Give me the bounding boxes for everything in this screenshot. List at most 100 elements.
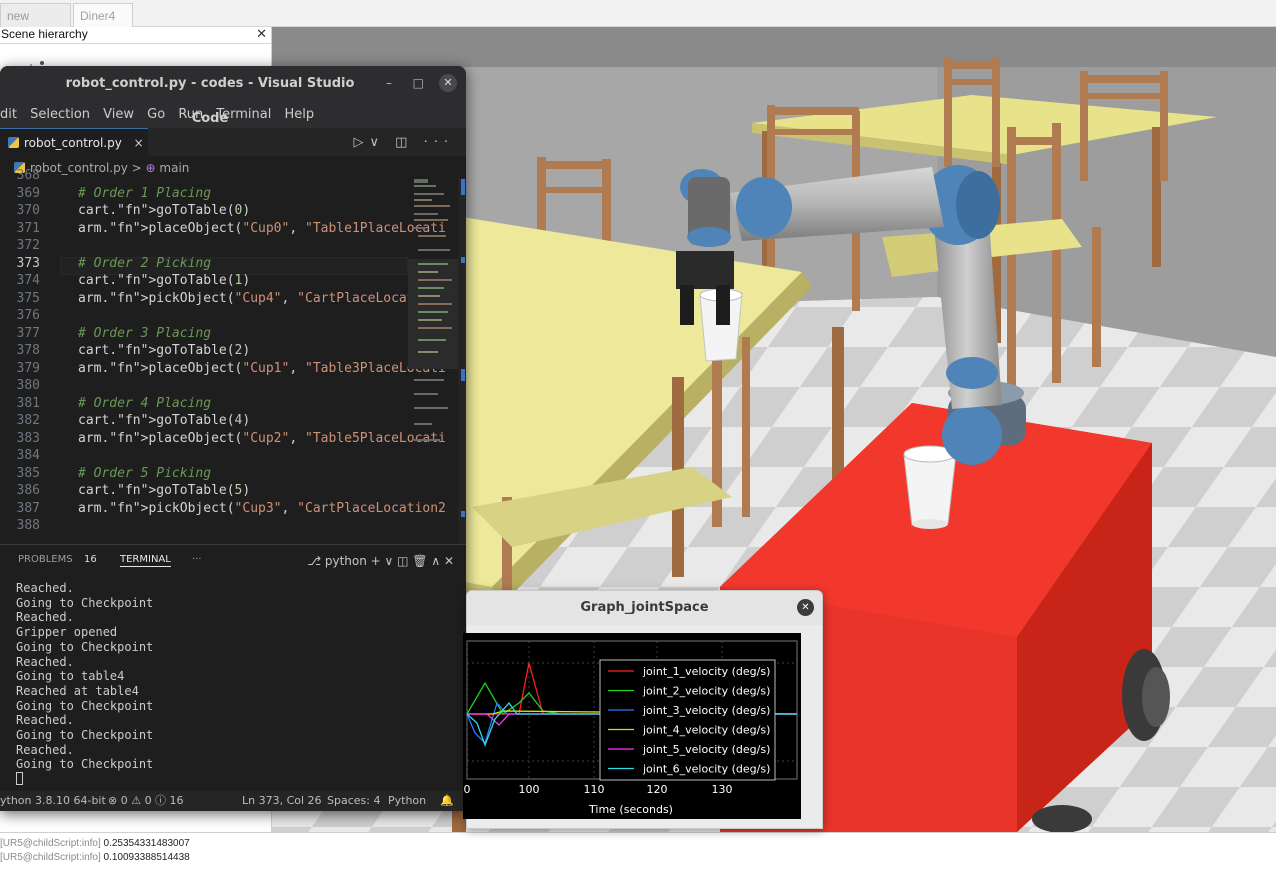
console-value: 0.10093388514438 xyxy=(103,852,190,863)
terminal-line: Reached. xyxy=(16,742,74,757)
bell-icon[interactable]: 🔔 xyxy=(440,791,454,811)
x-tick-label: 110 xyxy=(584,783,605,796)
problems-count-badge: 16 xyxy=(84,554,97,565)
close-button[interactable]: ✕ xyxy=(439,74,457,92)
code-line: cart."fn">goToTable(5) xyxy=(78,483,251,498)
tab-new-scene[interactable]: new scene xyxy=(0,3,71,37)
legend-label: joint_3_velocity (deg/s) xyxy=(642,704,770,717)
status-spaces[interactable]: Spaces: 4 xyxy=(327,791,380,811)
tab-label: robot_control.py xyxy=(24,136,122,150)
scene-tab-bar: new scene Diner4 xyxy=(0,0,1276,37)
console-output: [UR5@childScript:info] 0.25354331483007 … xyxy=(0,832,1276,873)
code-line: arm."fn">placeObject("Cup2", "Table5Plac… xyxy=(78,430,446,446)
maximize-button[interactable]: □ xyxy=(413,75,424,91)
vscode-titlebar: robot_control.py - codes - Visual Studio… xyxy=(0,66,466,126)
legend-label: joint_5_velocity (deg/s) xyxy=(642,743,770,756)
close-icon[interactable]: ✕ xyxy=(256,26,267,42)
line-number: 384 xyxy=(16,448,40,463)
vscode-window: robot_control.py - codes - Visual Studio… xyxy=(0,66,466,811)
x-tick-label: 130 xyxy=(712,783,733,796)
terminal-output[interactable]: Reached. Going to Checkpoint Reached. Gripp… xyxy=(16,581,153,787)
terminal-shell-label[interactable]: python xyxy=(325,554,367,568)
close-button[interactable]: ✕ xyxy=(797,599,814,616)
legend-label: joint_4_velocity (deg/s) xyxy=(642,724,770,737)
breadcrumb-symbol[interactable]: main xyxy=(159,161,189,175)
line-number: 372 xyxy=(16,238,40,253)
python-file-icon xyxy=(8,137,19,148)
joint-velocity-chart[interactable]: 0 100 110 120 130 Time (seconds) joint_1_veloc… xyxy=(463,633,801,819)
console-value: 0.25354331483007 xyxy=(103,838,190,849)
code-line: arm."fn">placeObject("Cup0", "Table1Plac… xyxy=(78,220,446,236)
terminal-line: Reached. xyxy=(16,610,74,625)
terminal-line: Reached at table4 xyxy=(16,683,139,698)
console-prefix: [UR5@childScript:info] xyxy=(0,852,101,863)
status-position[interactable]: Ln 373, Col 26 xyxy=(242,791,322,811)
code-line: arm."fn">pickObject("Cup4", "CartPlaceLo… xyxy=(78,290,446,306)
editor-actions[interactable]: ▷∨ ◫ ··· xyxy=(354,128,454,157)
line-number: 375 xyxy=(16,290,40,306)
line-number: 378 xyxy=(16,343,40,358)
line-number: 387 xyxy=(16,500,40,516)
terminal-line: Gripper opened xyxy=(16,625,118,640)
status-problems[interactable]: ⊗ 0 ⚠ 0 ⓘ 16 xyxy=(108,791,184,811)
legend-label: joint_1_velocity (deg/s) xyxy=(642,665,770,678)
legend-label: joint_6_velocity (deg/s) xyxy=(642,763,770,776)
terminal-shell-icon: ⎇ xyxy=(307,554,322,568)
status-interpreter[interactable]: ython 3.8.10 64-bit xyxy=(0,791,106,811)
minimap[interactable] xyxy=(408,179,458,479)
terminal-line: Reached. xyxy=(16,581,74,595)
line-number: 385 xyxy=(16,465,40,481)
terminal-buttons[interactable]: + ∨ ◫ 🗑 ∧ ✕ xyxy=(371,554,454,568)
code-line: arm."fn">pickObject("Cup3", "CartPlaceLo… xyxy=(78,500,446,516)
terminal-line: Reached. xyxy=(16,713,74,728)
line-number: 380 xyxy=(16,378,40,393)
minimize-button[interactable]: – xyxy=(386,75,392,91)
line-number: 368 xyxy=(16,168,40,183)
x-tick-label: 120 xyxy=(647,783,668,796)
code-editor[interactable]: 368 369 # Order 1 Placing 370 cart."fn">goTo… xyxy=(0,168,466,544)
line-number: 376 xyxy=(16,308,40,323)
console-line: [UR5@childScript:info] 0.10093388514438 xyxy=(0,851,1276,865)
breadcrumb: robot_control.py > ⊕ main xyxy=(0,157,466,179)
symbol-icon: ⊕ xyxy=(145,161,156,175)
terminal-line: Going to Checkpoint xyxy=(16,698,154,713)
tab-robot-control[interactable]: robot_control.py × xyxy=(0,128,148,157)
console-line: [UR5@childScript:info] 0.25354331483007 xyxy=(0,837,1276,851)
panel-tab-bar: PROBLEMS 16 TERMINAL ··· ⎇ python + ∨ ◫ … xyxy=(0,545,466,575)
line-number: 377 xyxy=(16,325,40,341)
graph-title: Graph_jointSpace xyxy=(467,591,822,625)
line-number: 379 xyxy=(16,360,40,376)
coppeliasim-window: new scene Diner4 Scene hierarchy ✕ xyxy=(0,0,1276,873)
scene-hierarchy-label: Scene hierarchy xyxy=(1,27,88,41)
terminal-line: Reached. xyxy=(16,654,74,669)
code-line: arm."fn">placeObject("Cup1", "Table3Plac… xyxy=(78,360,446,376)
tab-problems[interactable]: PROBLEMS xyxy=(18,545,73,575)
legend-label: joint_2_velocity (deg/s) xyxy=(642,685,770,698)
more-icon[interactable]: ··· xyxy=(192,545,202,575)
code-line: cart."fn">goToTable(1) xyxy=(78,273,251,288)
tab-terminal[interactable]: TERMINAL xyxy=(120,545,171,567)
terminal-line: Going to Checkpoint xyxy=(16,639,154,654)
code-line: # Order 2 Picking xyxy=(78,255,212,271)
code-line: # Order 1 Placing xyxy=(78,185,212,201)
editor-scrollbar[interactable] xyxy=(458,179,466,544)
code-line: # Order 3 Placing xyxy=(78,325,212,341)
line-number: 370 xyxy=(16,203,40,218)
tab-diner4[interactable]: Diner4 xyxy=(73,3,133,27)
x-tick-label: 0 xyxy=(464,783,471,796)
line-number: 373 xyxy=(16,255,40,271)
status-language[interactable]: Python xyxy=(388,791,426,811)
terminal-line: Going to Checkpoint xyxy=(16,728,154,743)
line-number: 381 xyxy=(16,395,40,411)
line-number: 383 xyxy=(16,430,40,446)
breadcrumb-separator: > xyxy=(131,161,142,175)
code-line: # Order 4 Placing xyxy=(78,395,212,411)
menu-edit[interactable]: dit xyxy=(0,107,17,122)
bottom-panel: PROBLEMS 16 TERMINAL ··· ⎇ python + ∨ ◫ … xyxy=(0,544,466,791)
breadcrumb-file[interactable]: robot_control.py xyxy=(30,161,128,175)
status-bar: ython 3.8.10 64-bit ⊗ 0 ⚠ 0 ⓘ 16 Ln 373,… xyxy=(0,791,466,811)
code-line: cart."fn">goToTable(0) xyxy=(78,203,251,218)
line-number: 371 xyxy=(16,220,40,236)
terminal-actions: ⎇ python + ∨ ◫ 🗑 ∧ ✕ xyxy=(307,545,454,577)
tab-close-icon[interactable]: × xyxy=(134,136,144,150)
